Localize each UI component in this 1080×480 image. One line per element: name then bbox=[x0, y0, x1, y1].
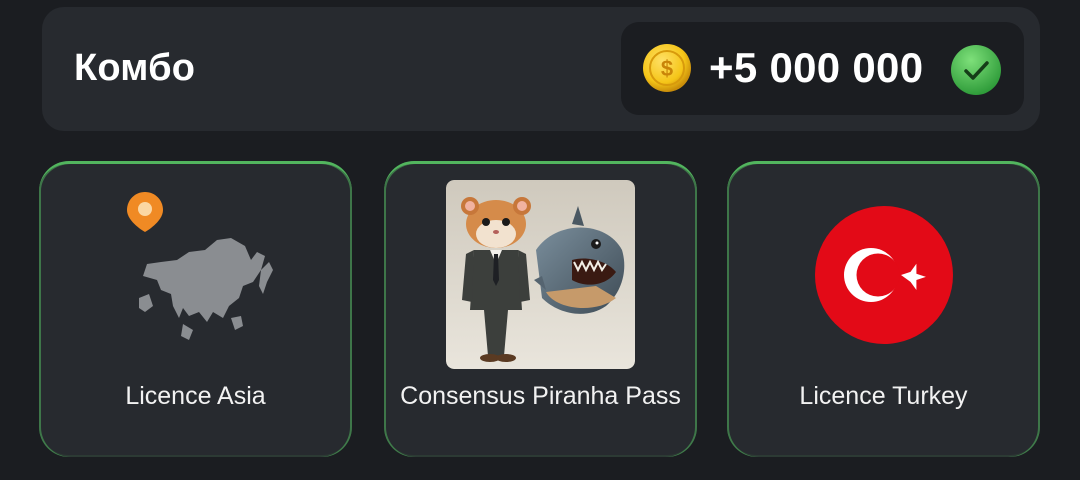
combo-panel: Комбо $ +5 000 000 bbox=[42, 7, 1040, 131]
svg-text:$: $ bbox=[661, 56, 673, 81]
card-label: Licence Turkey bbox=[799, 382, 968, 410]
reward-amount: +5 000 000 bbox=[709, 44, 924, 91]
card-label: Consensus Piranha Pass bbox=[400, 382, 681, 410]
combo-card-licence-turkey[interactable]: Licence Turkey bbox=[727, 161, 1040, 457]
asia-map-with-pin-icon bbox=[127, 192, 273, 340]
dollar-coin-icon: $ bbox=[643, 44, 691, 92]
combo-reward: $ +5 000 000 bbox=[621, 22, 1024, 115]
hamster-and-piranha-picture bbox=[446, 180, 635, 369]
turkey-flag-icon bbox=[815, 206, 953, 344]
combo-title: Комбо bbox=[74, 47, 196, 89]
check-circle-icon bbox=[951, 45, 1001, 95]
combo-card-licence-asia[interactable]: Licence Asia bbox=[39, 161, 352, 457]
combo-card-consensus-piranha-pass[interactable]: Consensus Piranha Pass bbox=[384, 161, 697, 457]
card-label: Licence Asia bbox=[125, 382, 266, 410]
